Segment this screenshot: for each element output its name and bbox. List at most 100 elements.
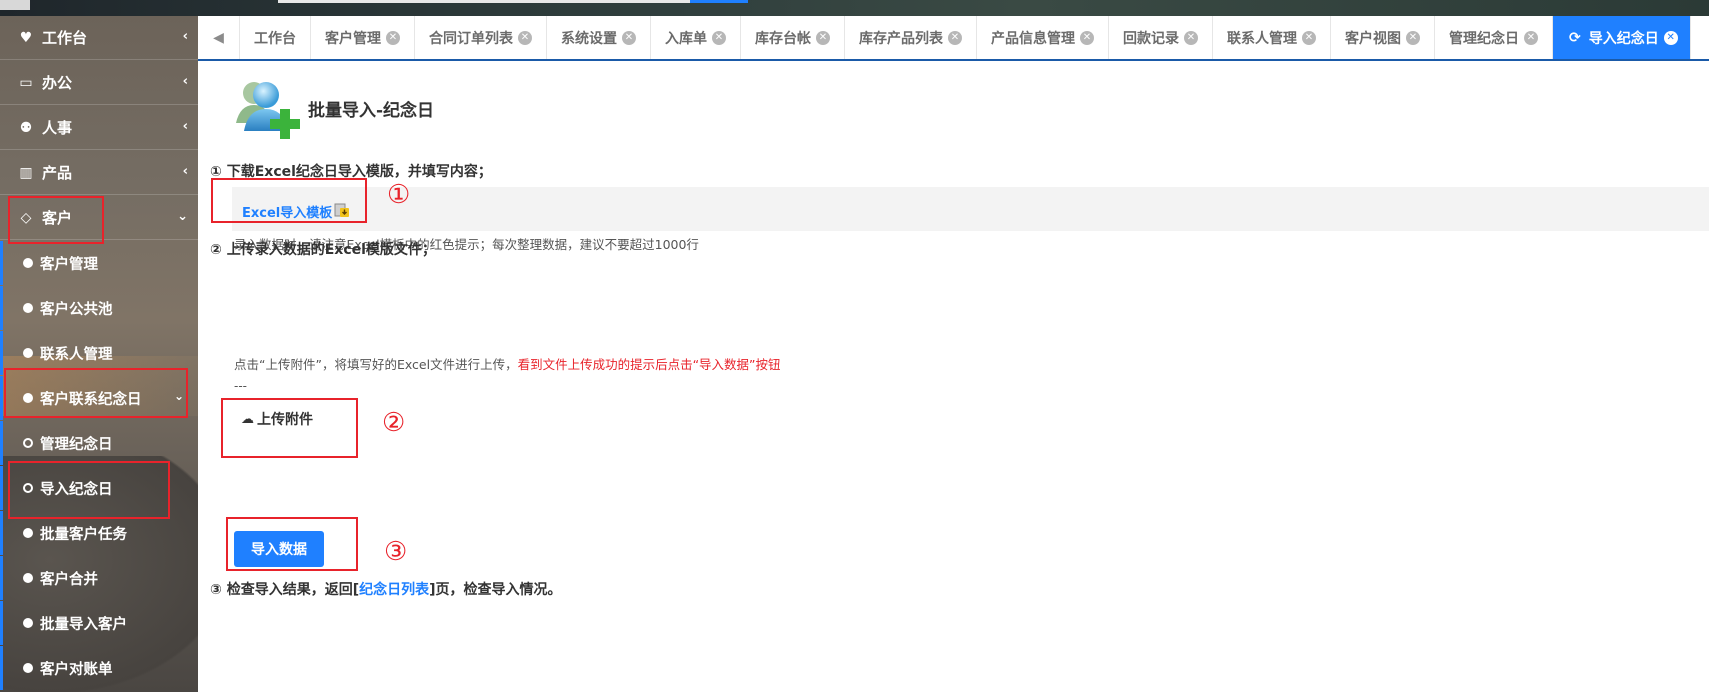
cloud-upload-icon: ☁ <box>241 411 254 427</box>
bullet-icon <box>23 393 33 403</box>
tab-label: 回款记录 <box>1123 30 1179 47</box>
bullet-icon <box>23 618 33 628</box>
upload-instruction: 点击“上传附件”，将填写好的Excel文件进行上传，看到文件上传成功的提示后点击… <box>234 354 781 373</box>
import-data-button[interactable]: 导入数据 <box>234 531 324 567</box>
tab-customer-view[interactable]: 客户视图 ✕ <box>1331 16 1435 59</box>
sidebar-item-import-anniversary[interactable]: 导入纪念日 <box>0 466 198 510</box>
close-icon[interactable]: ✕ <box>1524 30 1538 45</box>
sidebar-group-label: 产品 <box>42 164 73 182</box>
tab-label: 库存台帐 <box>755 30 811 47</box>
main-content: 批量导入-纪念日 ① 下载Excel纪念日导入模版，并填写内容； Excel导入… <box>198 61 1709 692</box>
sidebar-group-office[interactable]: ▭ 办公 ‹ <box>0 61 198 105</box>
tab-payment-records[interactable]: 回款记录 ✕ <box>1109 16 1213 59</box>
sidebar-item-label: 客户公共池 <box>40 301 113 318</box>
download-icon[interactable] <box>334 202 350 218</box>
step-3-text: ③ 检查导入结果，返回[纪念日列表]页，检查导入情况。 <box>210 579 562 599</box>
sidebar-item-contacts[interactable]: 联系人管理 <box>0 331 198 375</box>
annotation-marker-1: ① <box>387 180 411 210</box>
tab-label: 系统设置 <box>561 30 617 47</box>
tab-label: 库存产品列表 <box>859 30 943 47</box>
search-button[interactable] <box>690 0 748 3</box>
laptop-icon: ▭ <box>19 74 33 91</box>
tab-scroll-left-button[interactable]: ◀ <box>198 16 240 59</box>
annotation-marker-3: ③ <box>384 537 408 567</box>
tab-contract-orders[interactable]: 合同订单列表 ✕ <box>415 16 547 59</box>
sidebar-group-label: 办公 <box>42 74 73 92</box>
upload-attachment-button[interactable]: ☁ 上传附件 <box>226 399 328 439</box>
diamond-icon: ◇ <box>20 209 32 226</box>
sidebar-item-label: 导入纪念日 <box>40 481 113 498</box>
heart-icon: ♥ <box>19 29 33 46</box>
bullet-icon <box>23 258 33 268</box>
sidebar-item-label: 客户对账单 <box>40 661 113 678</box>
close-icon[interactable]: ✕ <box>1406 30 1420 45</box>
tab-workbench[interactable]: 工作台 <box>240 16 311 59</box>
sidebar-group-label: 工作台 <box>42 29 88 47</box>
close-icon[interactable]: ✕ <box>518 30 532 45</box>
close-icon[interactable]: ✕ <box>622 30 636 45</box>
chevron-left-icon: ‹ <box>182 164 188 179</box>
tab-system-settings[interactable]: 系统设置 ✕ <box>547 16 651 59</box>
add-user-icon <box>236 82 300 139</box>
sidebar-group-label: 人事 <box>42 119 73 137</box>
sidebar-item-customer-statement[interactable]: 客户对账单 <box>0 646 198 690</box>
tab-inventory-products[interactable]: 库存产品列表 ✕ <box>845 16 977 59</box>
tab-contacts[interactable]: 联系人管理 ✕ <box>1213 16 1331 59</box>
upload-button-label: 上传附件 <box>257 412 313 428</box>
sidebar-group-customer[interactable]: ◇ 客户 ⌄ <box>0 196 198 240</box>
step-2-text: ② 上传录入数据的Excel模版文件； <box>210 242 436 258</box>
close-icon[interactable]: ✕ <box>1184 30 1198 45</box>
excel-template-link[interactable]: Excel导入模板 <box>242 202 332 221</box>
close-icon[interactable]: ✕ <box>1663 30 1678 45</box>
close-icon[interactable]: ✕ <box>1302 30 1316 45</box>
tab-label: 客户管理 <box>325 30 381 47</box>
sidebar-item-customer-merge[interactable]: 客户合并 <box>0 556 198 600</box>
tab-import-anniversary[interactable]: ⟳ 导入纪念日 ✕ <box>1553 16 1691 59</box>
circle-icon <box>23 438 33 448</box>
anniversary-list-link[interactable]: 纪念日列表 <box>359 582 429 598</box>
tab-label: 合同订单列表 <box>429 30 513 47</box>
sidebar-item-customer-management[interactable]: 客户管理 <box>0 241 198 285</box>
sidebar-group-workbench[interactable]: ♥ 工作台 ‹ <box>0 16 198 60</box>
tab-label: 导入纪念日 <box>1588 30 1659 47</box>
close-icon[interactable]: ✕ <box>712 30 726 45</box>
tab-inventory-ledger[interactable]: 库存台帐 ✕ <box>741 16 845 59</box>
chevron-down-icon: ⌄ <box>177 209 188 224</box>
chevron-left-icon: ‹ <box>182 119 188 134</box>
upload-status-placeholder: --- <box>234 379 247 393</box>
sidebar-item-contact-anniversary[interactable]: 客户联系纪念日 ⌄ <box>0 376 198 420</box>
tab-product-info[interactable]: 产品信息管理 ✕ <box>977 16 1109 59</box>
upload-instruction-text: 点击“上传附件”，将填写好的Excel文件进行上传， <box>234 357 518 372</box>
chevron-left-icon: ‹ <box>182 74 188 89</box>
bullet-icon <box>23 528 33 538</box>
sidebar-item-label: 联系人管理 <box>40 346 113 363</box>
sidebar: ♥ 工作台 ‹ ▭ 办公 ‹ ⚉ 人事 ‹ ▥ 产品 ‹ ◇ 客户 ⌄ 客户管理… <box>0 16 198 692</box>
sidebar-item-batch-import-customers[interactable]: 批量导入客户 <box>0 601 198 645</box>
close-icon[interactable]: ✕ <box>816 30 830 45</box>
sidebar-item-label: 客户合并 <box>40 571 98 588</box>
tab-label: 入库单 <box>665 30 707 47</box>
close-icon[interactable]: ✕ <box>948 30 962 45</box>
sidebar-group-hr[interactable]: ⚉ 人事 ‹ <box>0 106 198 150</box>
step-1-text: ① 下载Excel纪念日导入模版，并填写内容； <box>210 164 492 180</box>
tab-bar: ◀ 工作台 客户管理 ✕ 合同订单列表 ✕ 系统设置 ✕ 入库单 ✕ 库存台帐 … <box>198 16 1709 61</box>
sidebar-item-label: 客户管理 <box>40 256 98 273</box>
close-icon[interactable]: ✕ <box>1080 30 1094 45</box>
tab-inbound[interactable]: 入库单 ✕ <box>651 16 741 59</box>
refresh-icon[interactable]: ⟳ <box>1569 30 1581 46</box>
step-3-prefix: ③ 检查导入结果，返回[ <box>210 582 360 598</box>
circle-icon <box>23 483 33 493</box>
sidebar-item-label: 管理纪念日 <box>40 436 113 453</box>
search-input[interactable] <box>278 0 690 3</box>
close-icon[interactable]: ✕ <box>386 30 400 45</box>
sidebar-item-manage-anniversary[interactable]: 管理纪念日 <box>0 421 198 465</box>
sidebar-item-label: 客户联系纪念日 <box>40 391 142 408</box>
bullet-icon <box>23 573 33 583</box>
tab-label: 管理纪念日 <box>1449 30 1519 47</box>
sidebar-item-batch-tasks[interactable]: 批量客户任务 <box>0 511 198 555</box>
sidebar-group-product[interactable]: ▥ 产品 ‹ <box>0 151 198 195</box>
tab-manage-anniversary[interactable]: 管理纪念日 ✕ <box>1435 16 1553 59</box>
double-chevron-left-icon: ◀ <box>213 29 224 46</box>
sidebar-item-customer-pool[interactable]: 客户公共池 <box>0 286 198 330</box>
tab-customer-management[interactable]: 客户管理 ✕ <box>311 16 415 59</box>
